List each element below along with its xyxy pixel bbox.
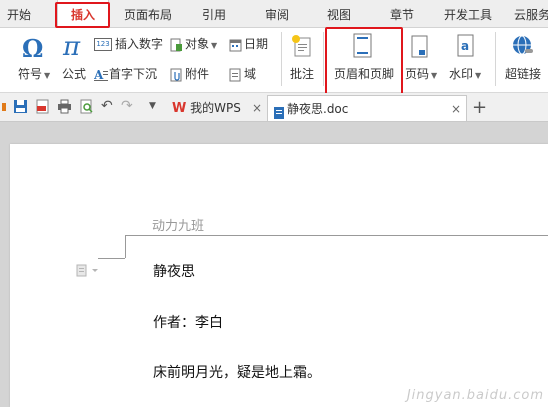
document-page[interactable]: 动力九班 静夜思 作者：李白 床前明月光，疑是地上霜。 Jingyan.baid… bbox=[10, 144, 548, 407]
ribbon-divider bbox=[323, 32, 324, 86]
export-pdf-icon[interactable] bbox=[35, 99, 50, 114]
comment-icon bbox=[291, 34, 313, 62]
insert-number-button[interactable]: 123 插入数字 bbox=[94, 35, 163, 52]
tab-chapter[interactable]: 章节 bbox=[381, 0, 423, 27]
date-button[interactable]: 日期 bbox=[229, 35, 268, 52]
tab-my-wps[interactable]: W 我的WPS × bbox=[167, 95, 266, 121]
formula-button[interactable]: 公式 bbox=[62, 65, 86, 82]
page-number-label: 页码 bbox=[405, 67, 430, 81]
paragraph-handle-icon[interactable] bbox=[76, 262, 100, 281]
tab-view[interactable]: 视图 bbox=[318, 0, 360, 27]
field-icon bbox=[229, 68, 241, 82]
doc-line[interactable]: 作者：李白 bbox=[153, 312, 223, 332]
date-label: 日期 bbox=[244, 37, 269, 51]
drop-cap-label: 首字下沉 bbox=[109, 67, 158, 81]
ribbon-divider bbox=[495, 32, 496, 86]
dropdown-arrow-icon: ▼ bbox=[431, 71, 438, 80]
globe-link-icon bbox=[511, 34, 535, 62]
formula-label: 公式 bbox=[62, 67, 87, 81]
doc-line[interactable]: 床前明月光，疑是地上霜。 bbox=[153, 362, 321, 382]
attachment-label: 附件 bbox=[185, 67, 210, 81]
tab-references[interactable]: 引用 bbox=[193, 0, 235, 27]
header-footer-icon bbox=[352, 33, 374, 63]
attachment-icon bbox=[170, 68, 182, 82]
field-label: 域 bbox=[244, 67, 257, 81]
hyperlink-label: 超链接 bbox=[505, 67, 542, 81]
omega-icon: Ω bbox=[22, 34, 44, 63]
tab-cloud[interactable]: 云服务 bbox=[507, 0, 548, 27]
symbol-button[interactable]: 符号 ▼ bbox=[18, 65, 50, 82]
tab-developer[interactable]: 开发工具 bbox=[438, 0, 498, 27]
calendar-icon bbox=[229, 38, 242, 52]
app-marker-icon bbox=[2, 103, 6, 111]
field-button[interactable]: 域 bbox=[229, 65, 256, 82]
attachment-button[interactable]: 附件 bbox=[170, 65, 209, 82]
tab-insert[interactable]: 插入 bbox=[57, 0, 109, 28]
tab-start[interactable]: 开始 bbox=[0, 0, 38, 27]
object-button[interactable]: 对象 ▼ bbox=[170, 35, 217, 52]
tab-my-wps-label: 我的WPS bbox=[190, 101, 241, 115]
header-footer-label: 页眉和页脚 bbox=[334, 67, 395, 81]
tab-review[interactable]: 审阅 bbox=[256, 0, 298, 27]
hyperlink-button[interactable]: 超链接 bbox=[505, 65, 541, 82]
tab-document[interactable]: 静夜思.doc × bbox=[267, 95, 467, 121]
print-icon[interactable] bbox=[57, 99, 72, 114]
watermark-text: Jingyan.baidu.com bbox=[406, 388, 544, 403]
object-icon bbox=[170, 38, 182, 52]
number-badge-icon: 123 bbox=[94, 38, 112, 51]
dropdown-arrow-icon: ▼ bbox=[211, 41, 218, 50]
tab-document-label: 静夜思.doc bbox=[287, 102, 349, 116]
margin-corner-mark bbox=[98, 258, 125, 259]
svg-text:A: A bbox=[94, 68, 104, 81]
comment-label: 批注 bbox=[290, 67, 315, 81]
wps-logo-icon: W bbox=[172, 101, 187, 116]
tab-page-layout[interactable]: 页面布局 bbox=[118, 0, 178, 27]
watermark-button[interactable]: 水印 ▼ bbox=[449, 65, 481, 82]
page-number-button[interactable]: 页码 ▼ bbox=[405, 65, 437, 82]
print-preview-icon[interactable] bbox=[79, 99, 94, 114]
doc-line[interactable]: 静夜思 bbox=[153, 261, 195, 281]
dropdown-arrow-icon: ▼ bbox=[475, 71, 482, 80]
watermark-icon: a bbox=[456, 34, 476, 62]
dropdown-arrow-icon: ▼ bbox=[44, 71, 51, 80]
drop-cap-icon: A bbox=[93, 68, 108, 82]
undo-icon[interactable]: ↶ bbox=[101, 99, 116, 114]
new-tab-button[interactable]: + bbox=[472, 95, 488, 121]
header-footer-button[interactable]: 页眉和页脚 bbox=[334, 65, 394, 82]
header-text[interactable]: 动力九班 bbox=[152, 215, 204, 234]
quick-access-dropdown-icon[interactable]: ▼ bbox=[149, 99, 164, 114]
page-number-icon bbox=[410, 35, 430, 63]
symbol-label: 符号 bbox=[18, 67, 43, 81]
save-icon[interactable] bbox=[13, 99, 28, 114]
margin-corner-mark bbox=[125, 235, 126, 258]
pi-icon: π bbox=[63, 32, 81, 62]
redo-icon[interactable]: ↷ bbox=[121, 99, 136, 114]
menu-bar: 开始 插入 页面布局 引用 审阅 视图 章节 开发工具 云服务 bbox=[0, 0, 548, 28]
header-rule bbox=[125, 235, 548, 236]
drop-cap-button[interactable]: A 首字下沉 bbox=[93, 65, 158, 82]
insert-number-label: 插入数字 bbox=[115, 37, 164, 51]
comment-button[interactable]: 批注 bbox=[290, 65, 314, 82]
close-tab-icon[interactable]: × bbox=[451, 96, 461, 122]
svg-text:a: a bbox=[461, 39, 469, 53]
watermark-label: 水印 bbox=[449, 67, 474, 81]
ribbon-divider bbox=[281, 32, 282, 86]
ribbon-insert: Ω 符号▼ π 公式 123插入数字 A 首字下沉 对象▼ 附件 日期 域 bbox=[0, 28, 548, 93]
document-area: 动力九班 静夜思 作者：李白 床前明月光，疑是地上霜。 Jingyan.baid… bbox=[0, 122, 548, 407]
document-icon bbox=[273, 103, 285, 119]
close-tab-icon[interactable]: × bbox=[252, 95, 262, 121]
object-label: 对象 bbox=[185, 37, 210, 51]
quick-access-bar: ↶ ↷ ▼ W 我的WPS × 静夜思.doc × + bbox=[0, 93, 548, 122]
